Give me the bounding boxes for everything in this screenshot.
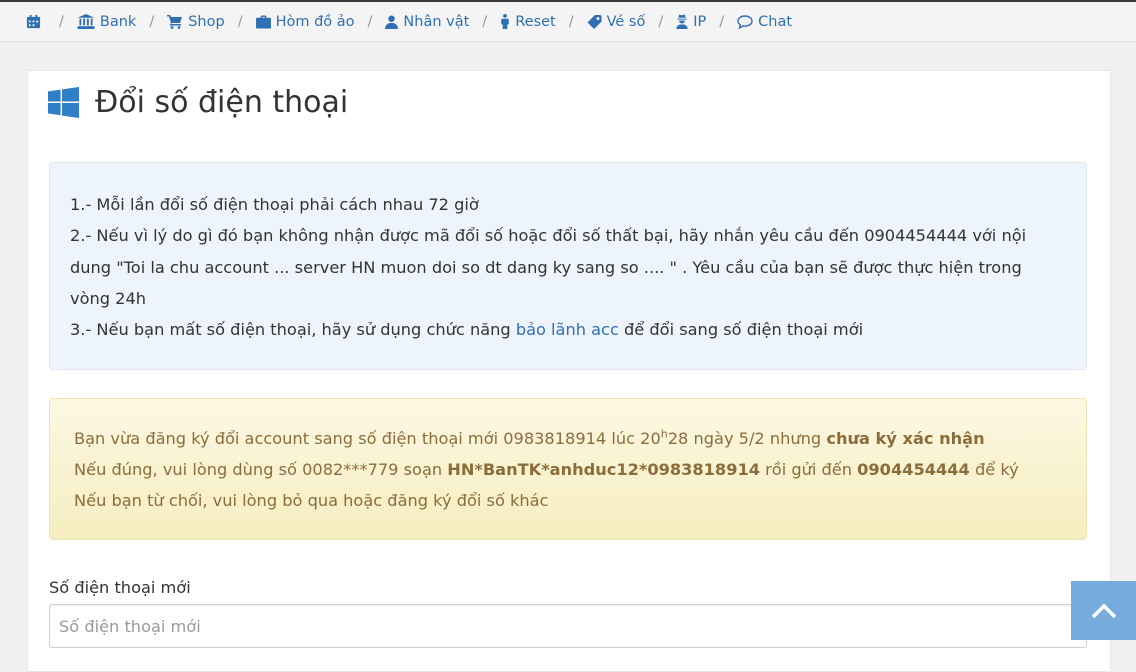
nav-shop[interactable]: Shop [167,13,225,30]
nav-label: Shop [188,13,225,30]
notice-text: để ký [969,460,1019,479]
nav-calendar[interactable] [26,14,46,29]
nav-separator: / [59,13,64,30]
new-phone-input[interactable] [49,604,1087,648]
nav-separator: / [482,13,488,30]
ticket-icon [587,14,602,29]
nav-label: Reset [515,13,556,30]
notice-text: rồi gửi đến [759,460,858,479]
title-row: Đổi số điện thoại [48,85,348,120]
nav-chat[interactable]: Chat [737,14,792,30]
nav-character[interactable]: Nhân vật [385,14,469,30]
notice-text: Nếu đúng, vui lòng dùng số 0082***779 so… [74,460,448,479]
rule-3-text: 3.- Nếu bạn mất số điện thoại, hãy sử dụ… [70,320,516,340]
nav-label: Hòm đồ ảo [275,13,355,30]
nav-separator: / [237,13,243,30]
nav-label: Bank [99,13,137,30]
nav-reset[interactable]: Reset [500,14,556,30]
notice-line-3: Nếu bạn từ chối, vui lòng bỏ qua hoặc đă… [74,491,549,510]
pending-change-notice: Bạn vừa đăng ký đổi account sang số điện… [49,398,1087,540]
cart-icon [167,15,183,29]
user-icon [385,15,399,29]
notice-line-2: Nếu đúng, vui lòng dùng số 0082***779 so… [74,454,1062,485]
windows-icon [48,87,79,118]
notice-text: Bạn vừa đăng ký đổi account sang số điện… [74,429,661,448]
new-phone-label: Số điện thoại mới [49,578,191,597]
unconfirmed-status: chưa ký xác nhận [826,429,985,448]
nav-label: Chat [758,13,793,30]
rule-3: 3.- Nếu bạn mất số điện thoại, hãy sử dụ… [70,314,1066,345]
page-title: Đổi số điện thoại [95,85,349,120]
comment-icon [737,14,753,29]
chevron-up-icon [1091,603,1116,618]
calendar-icon [26,14,41,29]
user-secret-icon [676,14,688,29]
male-icon [501,14,509,29]
nav-bank[interactable]: Bank [77,14,136,30]
nav-label: Nhân vật [403,13,470,30]
rules-info-box: 1.- Mỗi lần đổi số điện thoại phải cách … [49,162,1087,370]
notice-text: 28 ngày 5/2 nhưng [667,429,827,448]
nav-separator: / [658,13,664,30]
rule-1: 1.- Mỗi lần đổi số điện thoại phải cách … [70,195,479,214]
nav-ip[interactable]: IP [676,14,706,30]
bank-icon [77,14,95,29]
nav-separator: / [719,13,725,30]
nav-lottery[interactable]: Vé số [587,13,646,30]
notice-sup: h [660,427,668,441]
scroll-to-top-button[interactable] [1071,581,1136,640]
sms-syntax: HN*BanTK*anhduc12*0983818914 [447,460,760,479]
rule-2: 2.- Nếu vì lý do gì đó bạn không nhận đư… [70,226,1027,308]
rule-3-text-end: để đổi sang số điện thoại mới [618,320,864,340]
nav-separator: / [568,13,574,30]
nav-inventory[interactable]: Hòm đồ ảo [255,13,355,30]
top-nav: / Bank / Shop / Hòm đồ ảo / Nhân vật / R… [0,2,1136,42]
nav-label: Vé số [606,13,646,30]
briefcase-icon [255,14,271,29]
main-panel: Đổi số điện thoại 1.- Mỗi lần đổi số điệ… [27,70,1111,672]
nav-label: IP [693,13,707,30]
sms-target-number: 0904454444 [857,460,970,479]
guarantee-acc-link[interactable]: bảo lãnh acc [516,320,619,339]
nav-separator: / [367,13,373,30]
notice-line-1: Bạn vừa đăng ký đổi account sang số điện… [74,423,1062,454]
nav-separator: / [149,13,155,30]
